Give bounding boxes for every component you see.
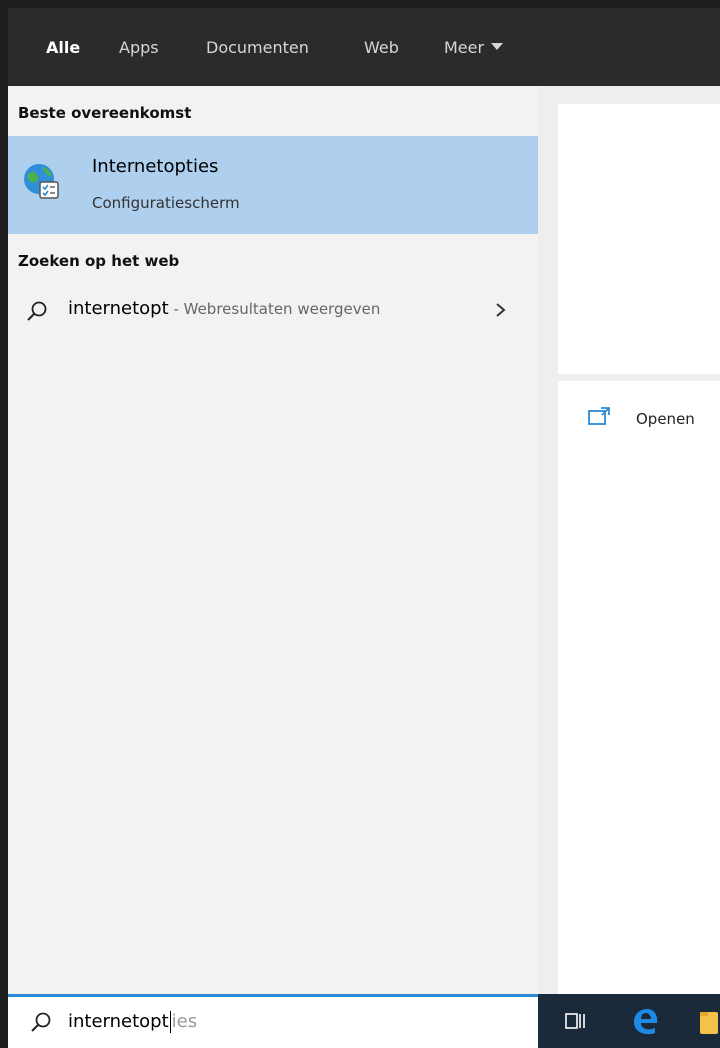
web-result-suffix: - Webresultaten weergeven (168, 300, 381, 318)
edge-icon[interactable] (630, 1006, 660, 1036)
task-view-icon[interactable] (564, 1010, 586, 1032)
file-explorer-icon[interactable] (698, 1008, 720, 1036)
tab-meer-label: Meer (444, 38, 485, 57)
best-match-heading: Beste overeenkomst (18, 104, 192, 122)
search-icon (31, 1012, 51, 1032)
best-match-subtitle: Configuratiescherm (92, 194, 240, 212)
tab-documenten[interactable]: Documenten (206, 36, 309, 60)
open-label: Openen (636, 410, 695, 428)
tab-apps[interactable]: Apps (119, 36, 159, 60)
internet-options-icon (24, 164, 59, 199)
search-icon (27, 301, 47, 321)
tab-web[interactable]: Web (364, 36, 399, 60)
best-match-result[interactable]: Internetopties Configuratiescherm (8, 136, 538, 234)
caret-down-icon (491, 43, 504, 50)
chevron-right-icon[interactable] (494, 302, 508, 318)
search-typed-text: internetopt (68, 1011, 169, 1032)
search-input[interactable]: internetopt ies (68, 1011, 197, 1033)
tab-meer[interactable]: Meer (444, 36, 504, 60)
open-external-icon (588, 407, 610, 425)
results-panel: Beste overeenkomst Internetopties Config… (8, 86, 538, 994)
search-box[interactable]: internetopt ies (8, 994, 538, 1048)
taskbar (538, 994, 720, 1048)
preview-card (558, 104, 720, 374)
web-result-text: internetopt - Webresultaten weergeven (68, 298, 380, 319)
search-filter-bar: Alle Apps Documenten Web Meer (8, 8, 720, 90)
web-result-query: internetopt (68, 298, 169, 319)
text-caret (169, 1011, 171, 1033)
actions-area (558, 381, 720, 994)
web-search-result[interactable]: internetopt - Webresultaten weergeven (8, 284, 538, 334)
web-search-heading: Zoeken op het web (18, 252, 180, 270)
details-panel: Openen (538, 86, 720, 994)
search-autocomplete-suggestion: ies (171, 1011, 198, 1032)
tab-alle[interactable]: Alle (46, 36, 80, 60)
best-match-title: Internetopties (92, 156, 219, 177)
